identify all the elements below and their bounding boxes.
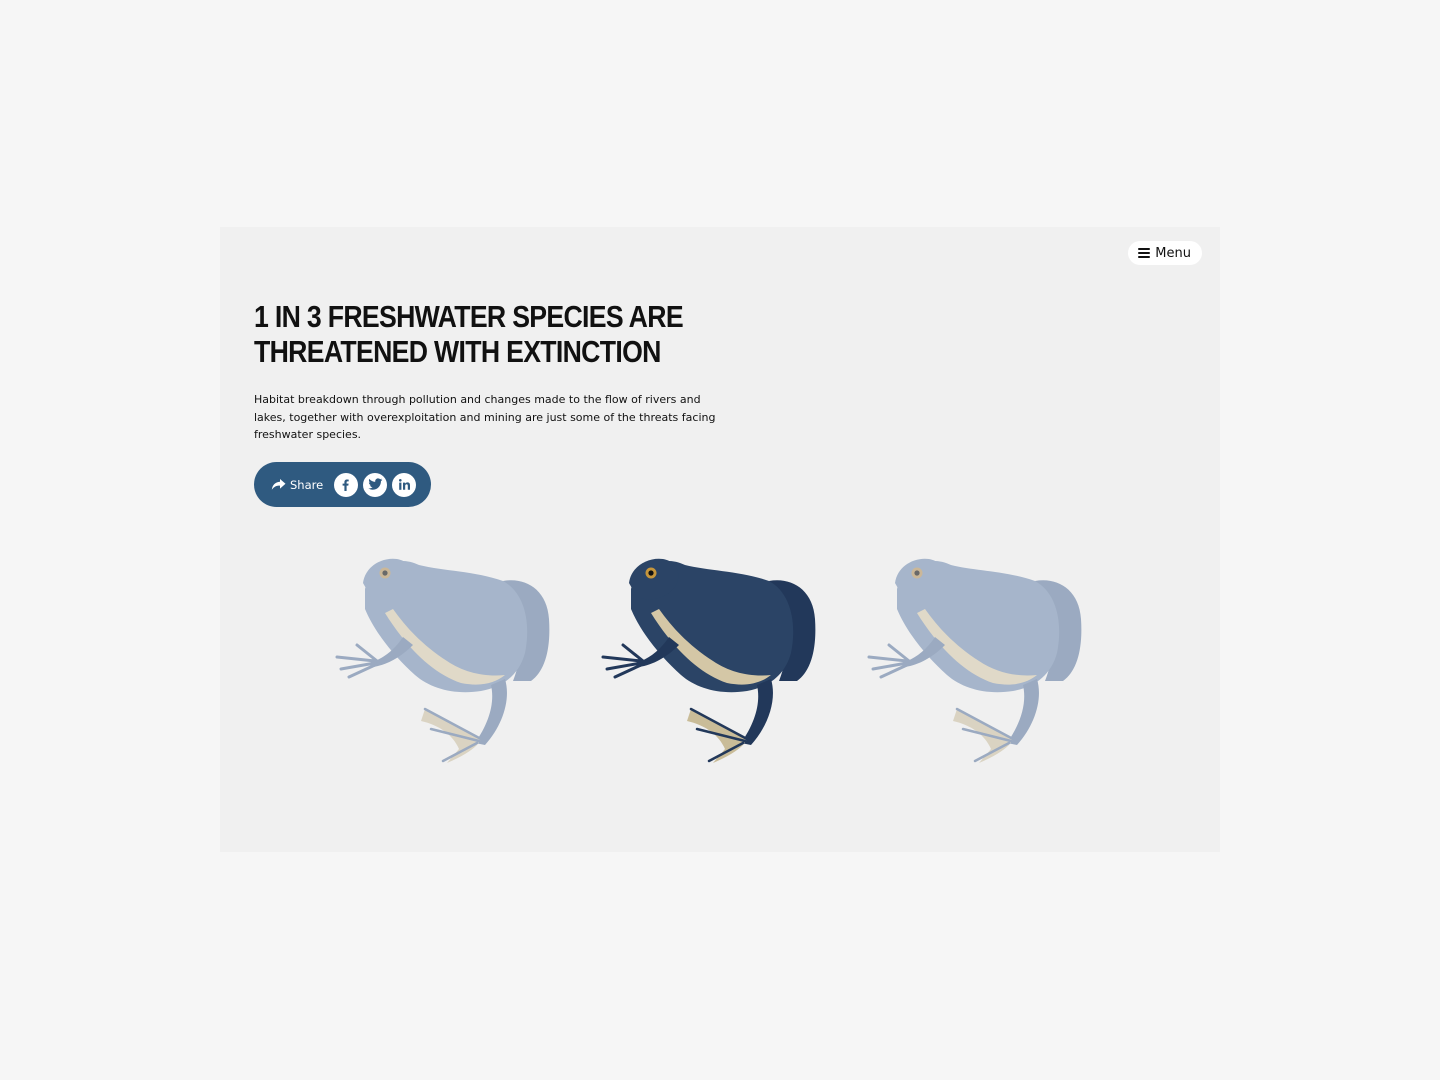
twitter-share-button[interactable] (363, 472, 388, 497)
share-arrow-icon (271, 478, 286, 491)
share-bar: Share (254, 462, 431, 507)
linkedin-icon (398, 479, 410, 490)
twitter-icon (368, 478, 383, 490)
menu-button[interactable]: Menu (1128, 241, 1202, 265)
share-label: Share (290, 477, 324, 492)
hero-card: Menu 1 IN 3 FRESHWATER SPECIES ARE THREA… (220, 227, 1220, 852)
frog-illustration-row (335, 549, 1105, 774)
frog-illustration (867, 558, 1082, 763)
page-title: 1 IN 3 FRESHWATER SPECIES ARE THREATENED… (254, 299, 684, 369)
facebook-icon (342, 479, 349, 491)
facebook-share-button[interactable] (334, 472, 359, 497)
frog-illustration (335, 558, 550, 763)
linkedin-share-button[interactable] (392, 472, 417, 497)
menu-label: Menu (1155, 245, 1191, 261)
hamburger-icon (1138, 248, 1151, 258)
intro-text: Habitat breakdown through pollution and … (254, 393, 716, 441)
frog-illustration-highlighted (601, 558, 816, 763)
